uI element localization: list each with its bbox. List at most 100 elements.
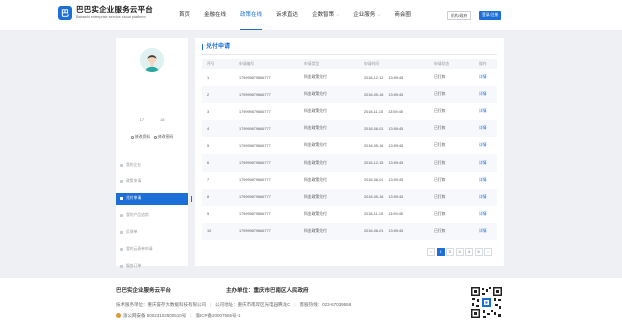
application-type: 科金政策兑付 (304, 109, 327, 114)
application-datetime: 2018-06-01 13:59:45 (364, 172, 434, 189)
detail-link[interactable]: 详情 (479, 86, 497, 103)
detail-link[interactable]: 详情 (479, 137, 497, 154)
application-datetime: 2018-12-15 13:59:45 (364, 154, 434, 171)
nav-item-data-strategy[interactable]: 企数智策 ⌵ (305, 0, 346, 30)
application-date: 2018-11-15 (364, 109, 384, 114)
application-code: 179999879666777 (239, 161, 271, 166)
login-register-button[interactable]: 登录/注册 (479, 11, 502, 20)
application-date: 2018-12-15 (364, 161, 384, 166)
detail-link[interactable]: 详情 (479, 172, 497, 189)
page-button[interactable]: 1 (436, 248, 445, 256)
column-header: 序号 (207, 61, 215, 66)
application-date: 2018-05-16 (364, 92, 384, 97)
footer-address: 公司地址：重庆市南岸区光电园腾龙C (215, 302, 291, 307)
nav-item-enterprise-service[interactable]: 企业服务 ⌵ (346, 0, 387, 30)
sidebar-item-payment-apply[interactable]: 兑付申请 (116, 192, 192, 205)
footer-tech: 技术服务单位：重庆誉存大数据科技有限公司 (116, 302, 206, 307)
application-code: 179999879666777 (239, 92, 271, 97)
avatar (140, 48, 164, 72)
application-code: 179999879666777 (239, 178, 271, 183)
table-row: 3 179999879666777 科金政策兑付 2018-11-15 13:59:45… (202, 103, 497, 120)
org-gov-button[interactable]: 机构/政府 (447, 11, 472, 20)
application-code: 179999879666777 (239, 126, 271, 131)
application-date: 2018-05-16 (364, 195, 384, 200)
table-header-row: 序号 申请编号 申请类型 申请时间 申请状态 操作 (202, 59, 497, 69)
application-type: 科金政策兑付 (304, 177, 327, 182)
application-time: 13:59:45 (388, 143, 404, 148)
application-status: 已打款 (434, 109, 446, 114)
detail-link[interactable]: 详情 (479, 120, 497, 137)
logo[interactable]: 巴 巴巴实企业服务云平台 Babashi enterprise service … (58, 6, 153, 20)
application-status: 已打款 (434, 160, 446, 165)
next-page-button[interactable]: › (484, 248, 492, 256)
menu-icon (120, 231, 123, 235)
logo-title: 巴巴实企业服务云平台 (76, 5, 153, 15)
sidebar-item-my-enterprise[interactable]: 我的企业 (116, 159, 188, 171)
table-row: 6 179999879666777 科金政策兑付 2018-12-15 13:59:45… (202, 154, 497, 172)
sidebar-item-service-orders[interactable]: 服务订单 (116, 260, 188, 272)
table-row: 10 179999879666777 科金政策兑付 2018-06-01 13:59:4… (202, 222, 497, 240)
application-date: 2018-12-12 (364, 75, 384, 80)
sidebar-item-product-tracking[interactable]: 我的产品追踪 (116, 210, 188, 222)
logo-subtitle: Babashi enterprise service cloud platfor… (76, 14, 146, 19)
table-row: 9 179999879666777 科金政策兑付 2018-11-15 13:59:45… (202, 206, 497, 223)
detail-link[interactable]: 详情 (479, 189, 497, 206)
detail-link[interactable]: 详情 (479, 206, 497, 223)
logo-icon: 巴 (58, 6, 72, 20)
application-code: 179999879666777 (239, 212, 271, 217)
main-nav: 首页 金融在线 政策在线 诉求直达 企数智策 ⌵ 企业服务 ⌵ 商会圈 (172, 0, 418, 30)
application-type: 科金政策兑付 (304, 126, 327, 131)
application-time: 13:59:45 (388, 212, 403, 217)
column-header: 申请类型 (304, 61, 320, 66)
sidebar-item-feedback[interactable]: 反馈单 (116, 227, 188, 239)
application-date: 2018-11-15 (364, 212, 384, 217)
prev-page-button[interactable]: ‹ (427, 248, 435, 256)
nav-item-appeal[interactable]: 诉求直达 (269, 0, 305, 30)
change-password-link[interactable]: 修改密码 (154, 135, 173, 140)
sidebar-item-policy-apply[interactable]: 政策申请 (116, 176, 188, 188)
stat-value: 18 (160, 117, 165, 122)
footer-police[interactable]: 渝公网安备 50023102500510号 (123, 313, 186, 318)
user-icon (130, 135, 134, 139)
footer-icp[interactable]: 渝ICP备20007555号-1 (195, 313, 240, 318)
user-sidebar: 17 18 修改资料 修改密码 我的企业 政策申请 兑付申请 我的产品追踪 反馈… (116, 38, 192, 285)
application-date: 2018-05-16 (364, 143, 384, 148)
column-header: 申请编号 (239, 61, 255, 66)
page-button[interactable]: 2 (446, 248, 454, 256)
application-status: 已打款 (434, 194, 446, 199)
application-time: 13:59:45 (388, 229, 404, 234)
row-number: 5 (207, 143, 210, 148)
nav-item-policy[interactable]: 政策在线 (233, 0, 269, 30)
footer-host: 主办单位：重庆市巴南区人民政府 (226, 288, 309, 294)
row-number: 1 (207, 75, 210, 80)
footer-phone: 客服热线：023-67039558 (299, 302, 352, 307)
menu-icon (120, 214, 123, 218)
lock-icon (154, 135, 157, 139)
footer-title: 巴巴实企业服务云平台 (116, 288, 172, 294)
application-time: 13:59:45 (388, 92, 404, 97)
user-stats: 17 18 (116, 117, 188, 122)
application-date: 2018-06-01 (364, 229, 384, 234)
edit-profile-link[interactable]: 修改资料 (130, 135, 150, 140)
sidebar-item-cloud-form[interactable]: 我的云表单申请 (116, 243, 188, 255)
nav-item-chamber[interactable]: 商会圈 (387, 0, 418, 30)
application-type: 科金政策兑付 (304, 75, 327, 80)
detail-link[interactable]: 详情 (479, 223, 497, 240)
page-button[interactable]: 3 (455, 248, 464, 256)
page-button[interactable]: 4 (465, 248, 473, 256)
row-number: 10 (207, 229, 212, 234)
nav-item-finance[interactable]: 金融在线 (197, 0, 233, 30)
footer-info-row: 技术服务单位：重庆誉存大数据科技有限公司 | 公司地址：重庆市南岸区光电园腾龙C | 客… (116, 302, 352, 307)
main-panel: 兑付申请 序号 申请编号 申请类型 申请时间 申请状态 操作 1 17999987… (195, 38, 504, 266)
user-avatar-icon (140, 48, 164, 72)
table-row: 5 179999879666777 科金政策兑付 2018-05-16 13:59:45… (202, 137, 497, 154)
menu-icon (120, 247, 123, 251)
detail-link[interactable]: 详情 (479, 69, 497, 86)
detail-link[interactable]: 详情 (479, 103, 497, 120)
table-row: 7 179999879666777 科金政策兑付 2018-06-01 13:59:45… (202, 172, 497, 189)
police-badge-icon (116, 313, 121, 319)
detail-link[interactable]: 详情 (479, 154, 497, 171)
nav-item-home[interactable]: 首页 (172, 0, 197, 30)
application-time: 13:59:45 (388, 161, 404, 166)
page-button[interactable]: 5 (474, 248, 483, 256)
